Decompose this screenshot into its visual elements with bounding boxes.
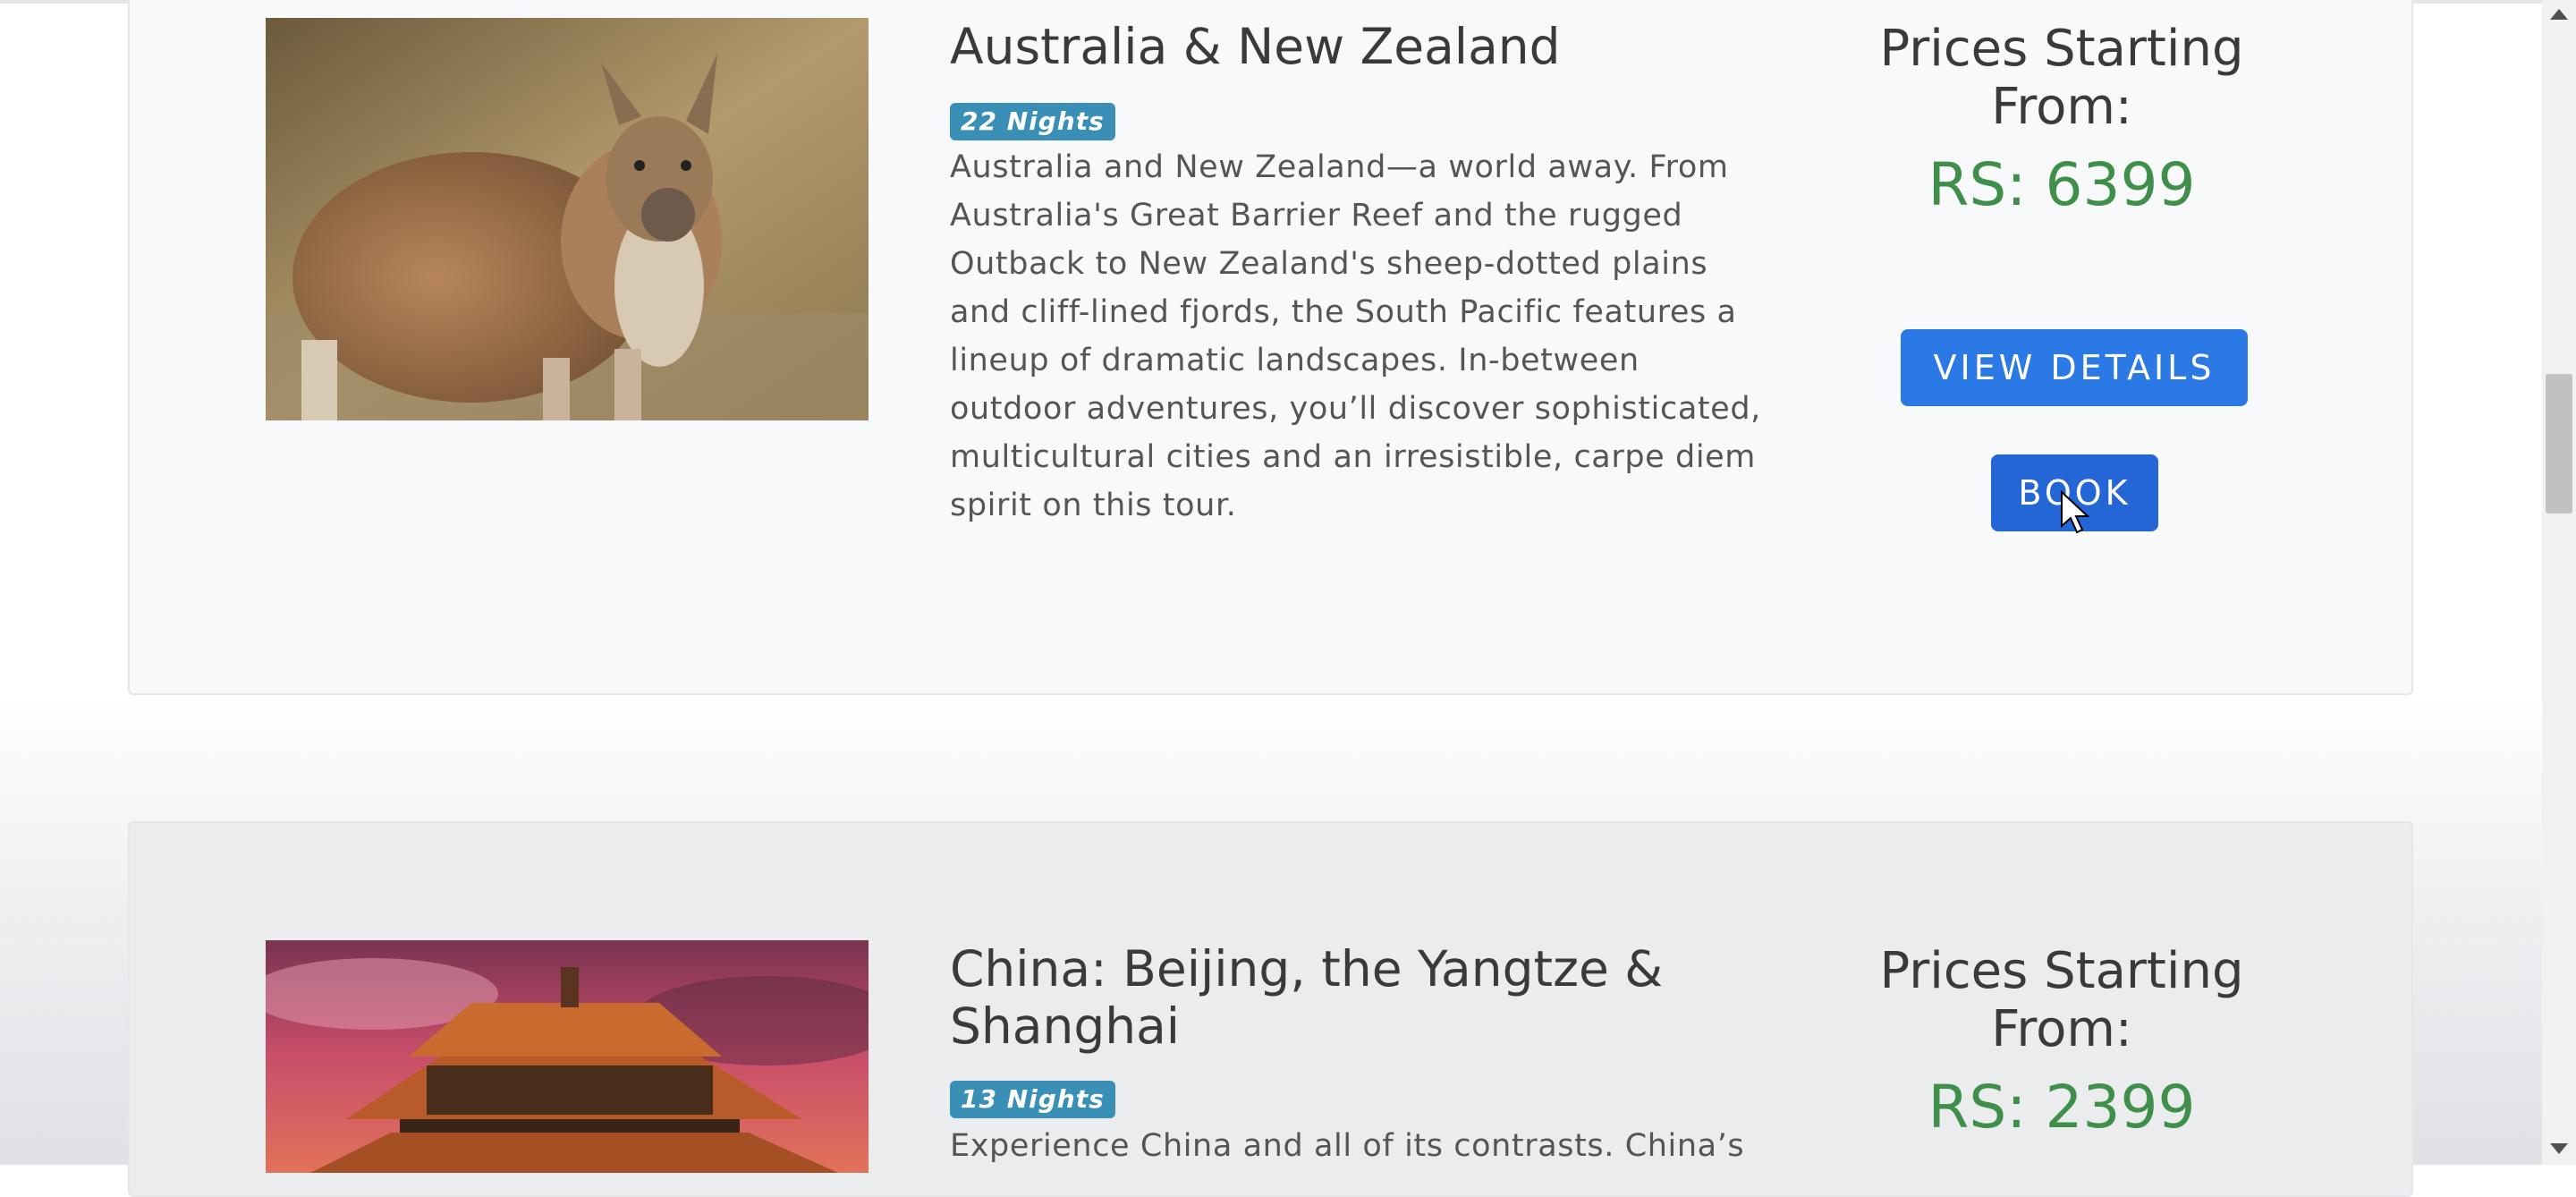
tour-title: China: Beijing, the Yangtze & Shanghai xyxy=(950,940,1664,1055)
price-value: RS: 2399 xyxy=(1928,1073,2196,1142)
price-heading: Prices Starting From: xyxy=(1879,942,2244,1058)
price-heading: Prices Starting From: xyxy=(1879,20,2244,136)
view-details-button[interactable]: VIEW DETAILS xyxy=(1901,329,2248,406)
tour-title: Australia & New Zealand xyxy=(950,18,1561,75)
tour-description: Experience China and all of its contrast… xyxy=(950,1128,1745,1164)
mouse-pointer-icon xyxy=(2061,490,2090,534)
scroll-down-arrow-icon[interactable] xyxy=(2550,1143,2568,1154)
tour-description: Australia and New Zealand—a world away. … xyxy=(950,149,1761,523)
nights-badge: 13 Nights xyxy=(950,1081,1115,1118)
price-value: RS: 6399 xyxy=(1928,150,2196,219)
nights-badge: 22 Nights xyxy=(950,103,1115,140)
vertical-scrollbar[interactable] xyxy=(2542,0,2576,1165)
scroll-up-arrow-icon[interactable] xyxy=(2550,9,2568,20)
scrollbar-thumb[interactable] xyxy=(2546,374,2572,514)
kangaroo-photo xyxy=(266,18,869,420)
pagoda-photo xyxy=(266,940,869,1173)
